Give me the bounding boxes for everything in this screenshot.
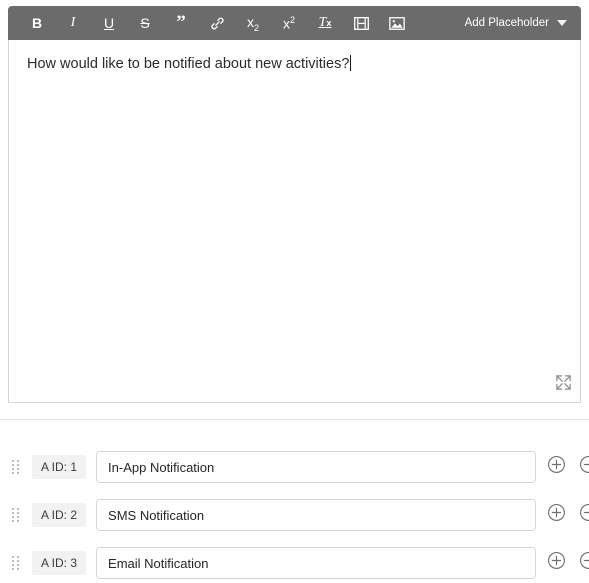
- drag-dots-icon: [11, 556, 19, 570]
- remove-option-button[interactable]: [576, 455, 589, 479]
- chevron-down-icon: [557, 20, 567, 26]
- video-button[interactable]: [346, 9, 376, 37]
- answer-text-input[interactable]: [96, 451, 537, 483]
- answer-id-badge: A ID: 3: [32, 551, 87, 575]
- blockquote-icon: ”: [176, 12, 186, 34]
- remove-option-button[interactable]: [576, 551, 589, 575]
- italic-icon: I: [70, 15, 76, 30]
- video-icon: [353, 16, 369, 30]
- answer-option-row: A ID: 1: [0, 443, 589, 491]
- drag-dots-icon: [11, 508, 19, 522]
- editor-paragraph: How would like to be notified about new …: [27, 54, 562, 74]
- answer-id-badge: A ID: 2: [32, 503, 87, 527]
- subscript-button[interactable]: x2: [238, 9, 268, 37]
- bold-icon: B: [31, 15, 43, 31]
- answer-option-row: A ID: 2: [0, 491, 589, 539]
- blockquote-button[interactable]: ”: [166, 9, 196, 37]
- clear-formatting-icon: Tx: [318, 15, 332, 30]
- underline-icon: U: [103, 15, 115, 31]
- answer-text-input[interactable]: [96, 499, 537, 531]
- drag-handle[interactable]: [6, 552, 24, 574]
- add-option-button[interactable]: [544, 551, 568, 575]
- minus-circle-icon: [579, 455, 589, 479]
- link-icon: [210, 16, 225, 31]
- rich-text-editor: B I U S ” x2 x2 Tx Add Placeholder How w…: [8, 6, 581, 403]
- remove-option-button[interactable]: [576, 503, 589, 527]
- expand-diagonal-icon: [555, 374, 572, 396]
- strikethrough-button[interactable]: S: [130, 9, 160, 37]
- bold-button[interactable]: B: [22, 9, 52, 37]
- editor-content-area[interactable]: How would like to be notified about new …: [8, 40, 581, 403]
- minus-circle-icon: [579, 503, 589, 527]
- question-editor-panel: B I U S ” x2 x2 Tx Add Placeholder How w…: [0, 0, 589, 583]
- answer-id-badge: A ID: 1: [32, 455, 87, 479]
- editor-content-text: How would like to be notified about new …: [27, 56, 350, 72]
- superscript-icon: x2: [282, 14, 295, 32]
- clear-formatting-button[interactable]: Tx: [310, 9, 340, 37]
- image-icon: [389, 16, 405, 30]
- editor-resize-handle[interactable]: [552, 374, 574, 396]
- plus-circle-icon: [547, 503, 566, 527]
- drag-handle[interactable]: [6, 456, 24, 478]
- answer-options-list: A ID: 1 In-App Notification A ID: 2 SMS …: [0, 443, 589, 583]
- add-placeholder-dropdown[interactable]: Add Placeholder: [461, 13, 575, 33]
- add-placeholder-label: Add Placeholder: [464, 17, 549, 29]
- answer-text-input[interactable]: [96, 547, 537, 579]
- add-option-button[interactable]: [544, 503, 568, 527]
- answer-option-row: A ID: 3: [0, 539, 589, 583]
- underline-button[interactable]: U: [94, 9, 124, 37]
- strikethrough-icon: S: [140, 15, 150, 31]
- superscript-button[interactable]: x2: [274, 9, 304, 37]
- image-button[interactable]: [382, 9, 412, 37]
- plus-circle-icon: [547, 551, 566, 575]
- drag-handle[interactable]: [6, 504, 24, 526]
- section-divider: [0, 419, 589, 420]
- text-caret: [350, 55, 352, 71]
- subscript-icon: x2: [246, 13, 259, 33]
- minus-circle-icon: [579, 551, 589, 575]
- plus-circle-icon: [547, 455, 566, 479]
- drag-dots-icon: [11, 460, 19, 474]
- link-button[interactable]: [202, 9, 232, 37]
- editor-toolbar: B I U S ” x2 x2 Tx Add Placeholder: [8, 6, 581, 40]
- italic-button[interactable]: I: [58, 9, 88, 37]
- add-option-button[interactable]: [544, 455, 568, 479]
